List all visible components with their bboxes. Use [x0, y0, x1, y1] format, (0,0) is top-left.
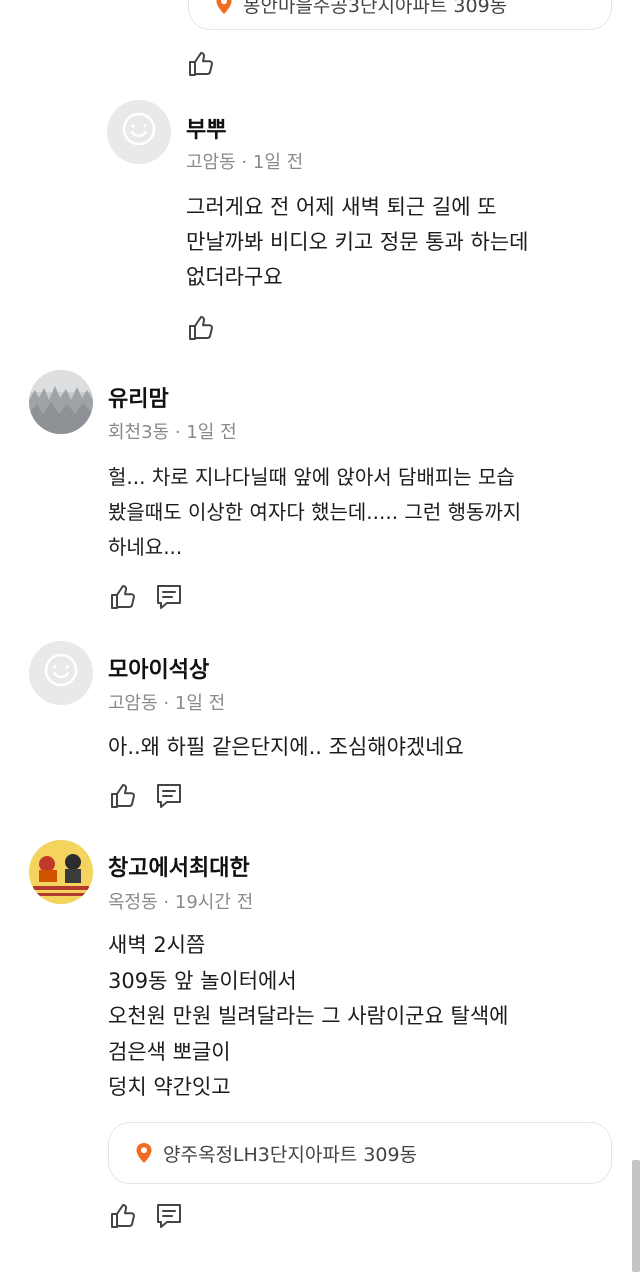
avatar[interactable]	[29, 370, 93, 434]
default-avatar-icon	[29, 641, 93, 705]
separator: ·	[163, 693, 170, 714]
comment-icon[interactable]	[154, 781, 184, 811]
neighborhood: 회천3동	[108, 422, 170, 443]
comment-meta: 옥정동 · 19시간 전	[108, 888, 253, 914]
location-tag[interactable]: 봉안마을주공3단지아파트 309동	[188, 0, 612, 30]
author-name[interactable]: 유리맘	[108, 381, 169, 413]
separator: ·	[174, 422, 181, 443]
neighborhood: 옥정동	[108, 892, 158, 913]
location-tag[interactable]: 양주옥정LH3단지아파트 309동	[108, 1122, 612, 1184]
like-icon[interactable]	[186, 313, 216, 343]
cartoon-avatar-icon	[29, 840, 93, 904]
timestamp: 19시간 전	[174, 892, 254, 913]
like-icon[interactable]	[108, 1201, 138, 1231]
neighborhood: 고암동	[108, 693, 158, 714]
comment-text: 아..왜 하필 같은단지에.. 조심해야겠네요	[108, 735, 464, 759]
scrollbar[interactable]	[632, 1160, 640, 1272]
separator: ·	[241, 152, 248, 173]
neighborhood: 고암동	[186, 152, 236, 173]
snowy-trees-avatar-icon	[29, 370, 93, 434]
comment-meta: 고암동 · 1일 전	[108, 689, 225, 715]
location-text: 양주옥정LH3단지아파트 309동	[163, 1143, 418, 1166]
avatar[interactable]	[29, 641, 93, 705]
default-avatar-icon	[107, 100, 171, 164]
like-icon[interactable]	[108, 582, 138, 612]
author-name[interactable]: 창고에서최대한	[108, 850, 250, 882]
like-icon[interactable]	[108, 781, 138, 811]
avatar[interactable]	[29, 840, 93, 904]
comment-text: 헐... 차로 지나다닐때 앞에 앉아서 담배피는 모습 봤을때도 이상한 여자…	[108, 465, 522, 559]
comment-icon[interactable]	[154, 1201, 184, 1231]
comment-text: 새벽 2시쯤 309동 앞 놀이터에서 오천원 만원 빌려달라는 그 사람이군요…	[108, 933, 509, 1099]
location-text: 봉안마을주공3단지아파트 309동	[243, 0, 508, 17]
timestamp: 1일 전	[174, 693, 226, 714]
like-icon[interactable]	[186, 49, 216, 79]
comment-meta: 고암동 · 1일 전	[186, 148, 303, 174]
timestamp: 1일 전	[186, 422, 237, 443]
avatar[interactable]	[107, 100, 171, 164]
author-name[interactable]: 모아이석상	[108, 652, 209, 684]
comment-meta: 회천3동 · 1일 전	[108, 418, 237, 444]
separator: ·	[163, 892, 170, 913]
location-pin-icon	[136, 1143, 152, 1163]
location-pin-icon	[216, 0, 232, 14]
author-name[interactable]: 부뿌	[186, 112, 226, 144]
comment-text: 그러게요 전 어제 새벽 퇴근 길에 또 만날까봐 비디오 키고 정문 통과 하…	[186, 195, 529, 289]
timestamp: 1일 전	[252, 152, 304, 173]
comment-icon[interactable]	[154, 582, 184, 612]
